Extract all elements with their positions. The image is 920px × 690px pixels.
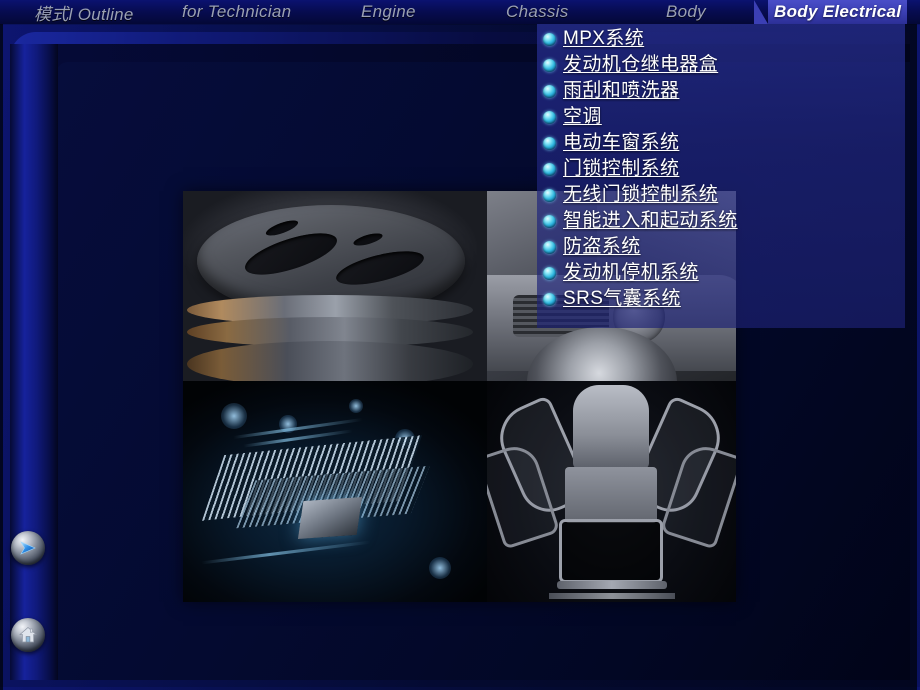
slide-stage: MPX系统发动机仓继电器盒 雨刮和喷洗器 空调电动车窗系统 门锁控制系统无线门锁控制系… bbox=[0, 0, 920, 690]
menu-item-label: 电动车窗系统 bbox=[563, 132, 680, 153]
menu-item-label: 发动机仓继电器盒 bbox=[563, 54, 719, 75]
pcb-chip bbox=[297, 497, 363, 539]
next-slide-button[interactable] bbox=[11, 531, 45, 565]
menu-item-label: MPX系统 bbox=[563, 28, 645, 49]
body-frame-sill bbox=[549, 593, 675, 599]
menu-item-6[interactable]: 门锁控制系统 bbox=[543, 156, 905, 182]
circuit-board-photo bbox=[183, 381, 487, 602]
pcb-light-bokeh bbox=[429, 557, 451, 579]
bullet-sphere-icon bbox=[543, 58, 556, 72]
bullet-sphere-icon bbox=[543, 292, 556, 306]
tab-label: Engine bbox=[361, 2, 416, 21]
bullet-sphere-icon bbox=[543, 32, 556, 46]
bullet-sphere-icon bbox=[543, 240, 556, 254]
system-menu-panel: MPX系统发动机仓继电器盒 雨刮和喷洗器 空调电动车窗系统 门锁控制系统无线门锁控制系… bbox=[537, 22, 905, 328]
menu-item-label: 雨刮和喷洗器 bbox=[563, 80, 680, 101]
menu-item-label: 防盗系统 bbox=[563, 236, 641, 257]
play-arrow-icon bbox=[18, 538, 38, 558]
body-frame-rail bbox=[557, 581, 667, 589]
piston-skirt bbox=[187, 341, 473, 381]
pcb-light-bokeh bbox=[349, 399, 363, 413]
vehicle-body-frame-photo bbox=[487, 381, 736, 602]
menu-item-label: SRS气囊系统 bbox=[563, 288, 681, 309]
tab-label: 模式l Outline bbox=[34, 4, 134, 24]
pcb-trace bbox=[201, 540, 371, 565]
home-button[interactable] bbox=[11, 618, 45, 652]
tab-label: Body Electrical bbox=[774, 2, 902, 21]
home-icon bbox=[18, 625, 38, 645]
bullet-sphere-icon bbox=[543, 188, 556, 202]
body-frame-cowl bbox=[565, 467, 657, 523]
menu-item-label: 智能进入和起动系统 bbox=[563, 210, 738, 231]
menu-item-1[interactable]: MPX系统 bbox=[543, 26, 905, 52]
menu-item-label: 空调 bbox=[563, 106, 602, 127]
body-frame-roof bbox=[573, 385, 649, 469]
bullet-sphere-icon bbox=[543, 110, 556, 124]
tab-5[interactable]: Body bbox=[660, 0, 712, 24]
tab-strip: 模式l Outline for Technician Engine Chassis Bo… bbox=[0, 0, 920, 24]
tab-label: Body bbox=[666, 2, 706, 21]
bullet-sphere-icon bbox=[543, 214, 556, 228]
bullet-sphere-icon bbox=[543, 84, 556, 98]
bullet-sphere-icon bbox=[543, 162, 556, 176]
menu-item-4[interactable]: 空调 bbox=[543, 104, 905, 130]
tab-1[interactable]: 模式l Outline bbox=[28, 0, 140, 24]
menu-item-7[interactable]: 无线门锁控制系统 bbox=[543, 182, 905, 208]
menu-item-label: 门锁控制系统 bbox=[563, 158, 680, 179]
tab-3[interactable]: Engine bbox=[355, 0, 422, 24]
menu-item-label: 无线门锁控制系统 bbox=[563, 184, 719, 205]
menu-item-10[interactable]: 发动机停机系统 bbox=[543, 260, 905, 286]
tab-label: for Technician bbox=[182, 2, 292, 21]
bullet-sphere-icon bbox=[543, 266, 556, 280]
body-frame-engine-bay bbox=[559, 519, 663, 583]
tab-4[interactable]: Chassis bbox=[500, 0, 575, 24]
menu-item-3[interactable]: 雨刮和喷洗器 bbox=[543, 78, 905, 104]
menu-item-9[interactable]: 防盗系统 bbox=[543, 234, 905, 260]
tab-6[interactable]: Body Electrical bbox=[753, 0, 908, 24]
top-tab-bar: 模式l Outline for Technician Engine Chassis Bo… bbox=[0, 0, 920, 24]
menu-item-8[interactable]: 智能进入和起动系统 bbox=[543, 208, 905, 234]
bullet-sphere-icon bbox=[543, 136, 556, 150]
engine-piston-photo bbox=[183, 191, 487, 381]
tab-2[interactable]: for Technician bbox=[176, 0, 297, 24]
menu-item-5[interactable]: 电动车窗系统 bbox=[543, 130, 905, 156]
menu-item-11[interactable]: SRS气囊系统 bbox=[543, 286, 905, 312]
left-rail bbox=[10, 44, 58, 680]
pcb-light-bokeh bbox=[221, 403, 247, 429]
menu-item-label: 发动机停机系统 bbox=[563, 262, 699, 283]
tab-label: Chassis bbox=[506, 2, 569, 21]
menu-item-2[interactable]: 发动机仓继电器盒 bbox=[543, 52, 905, 78]
